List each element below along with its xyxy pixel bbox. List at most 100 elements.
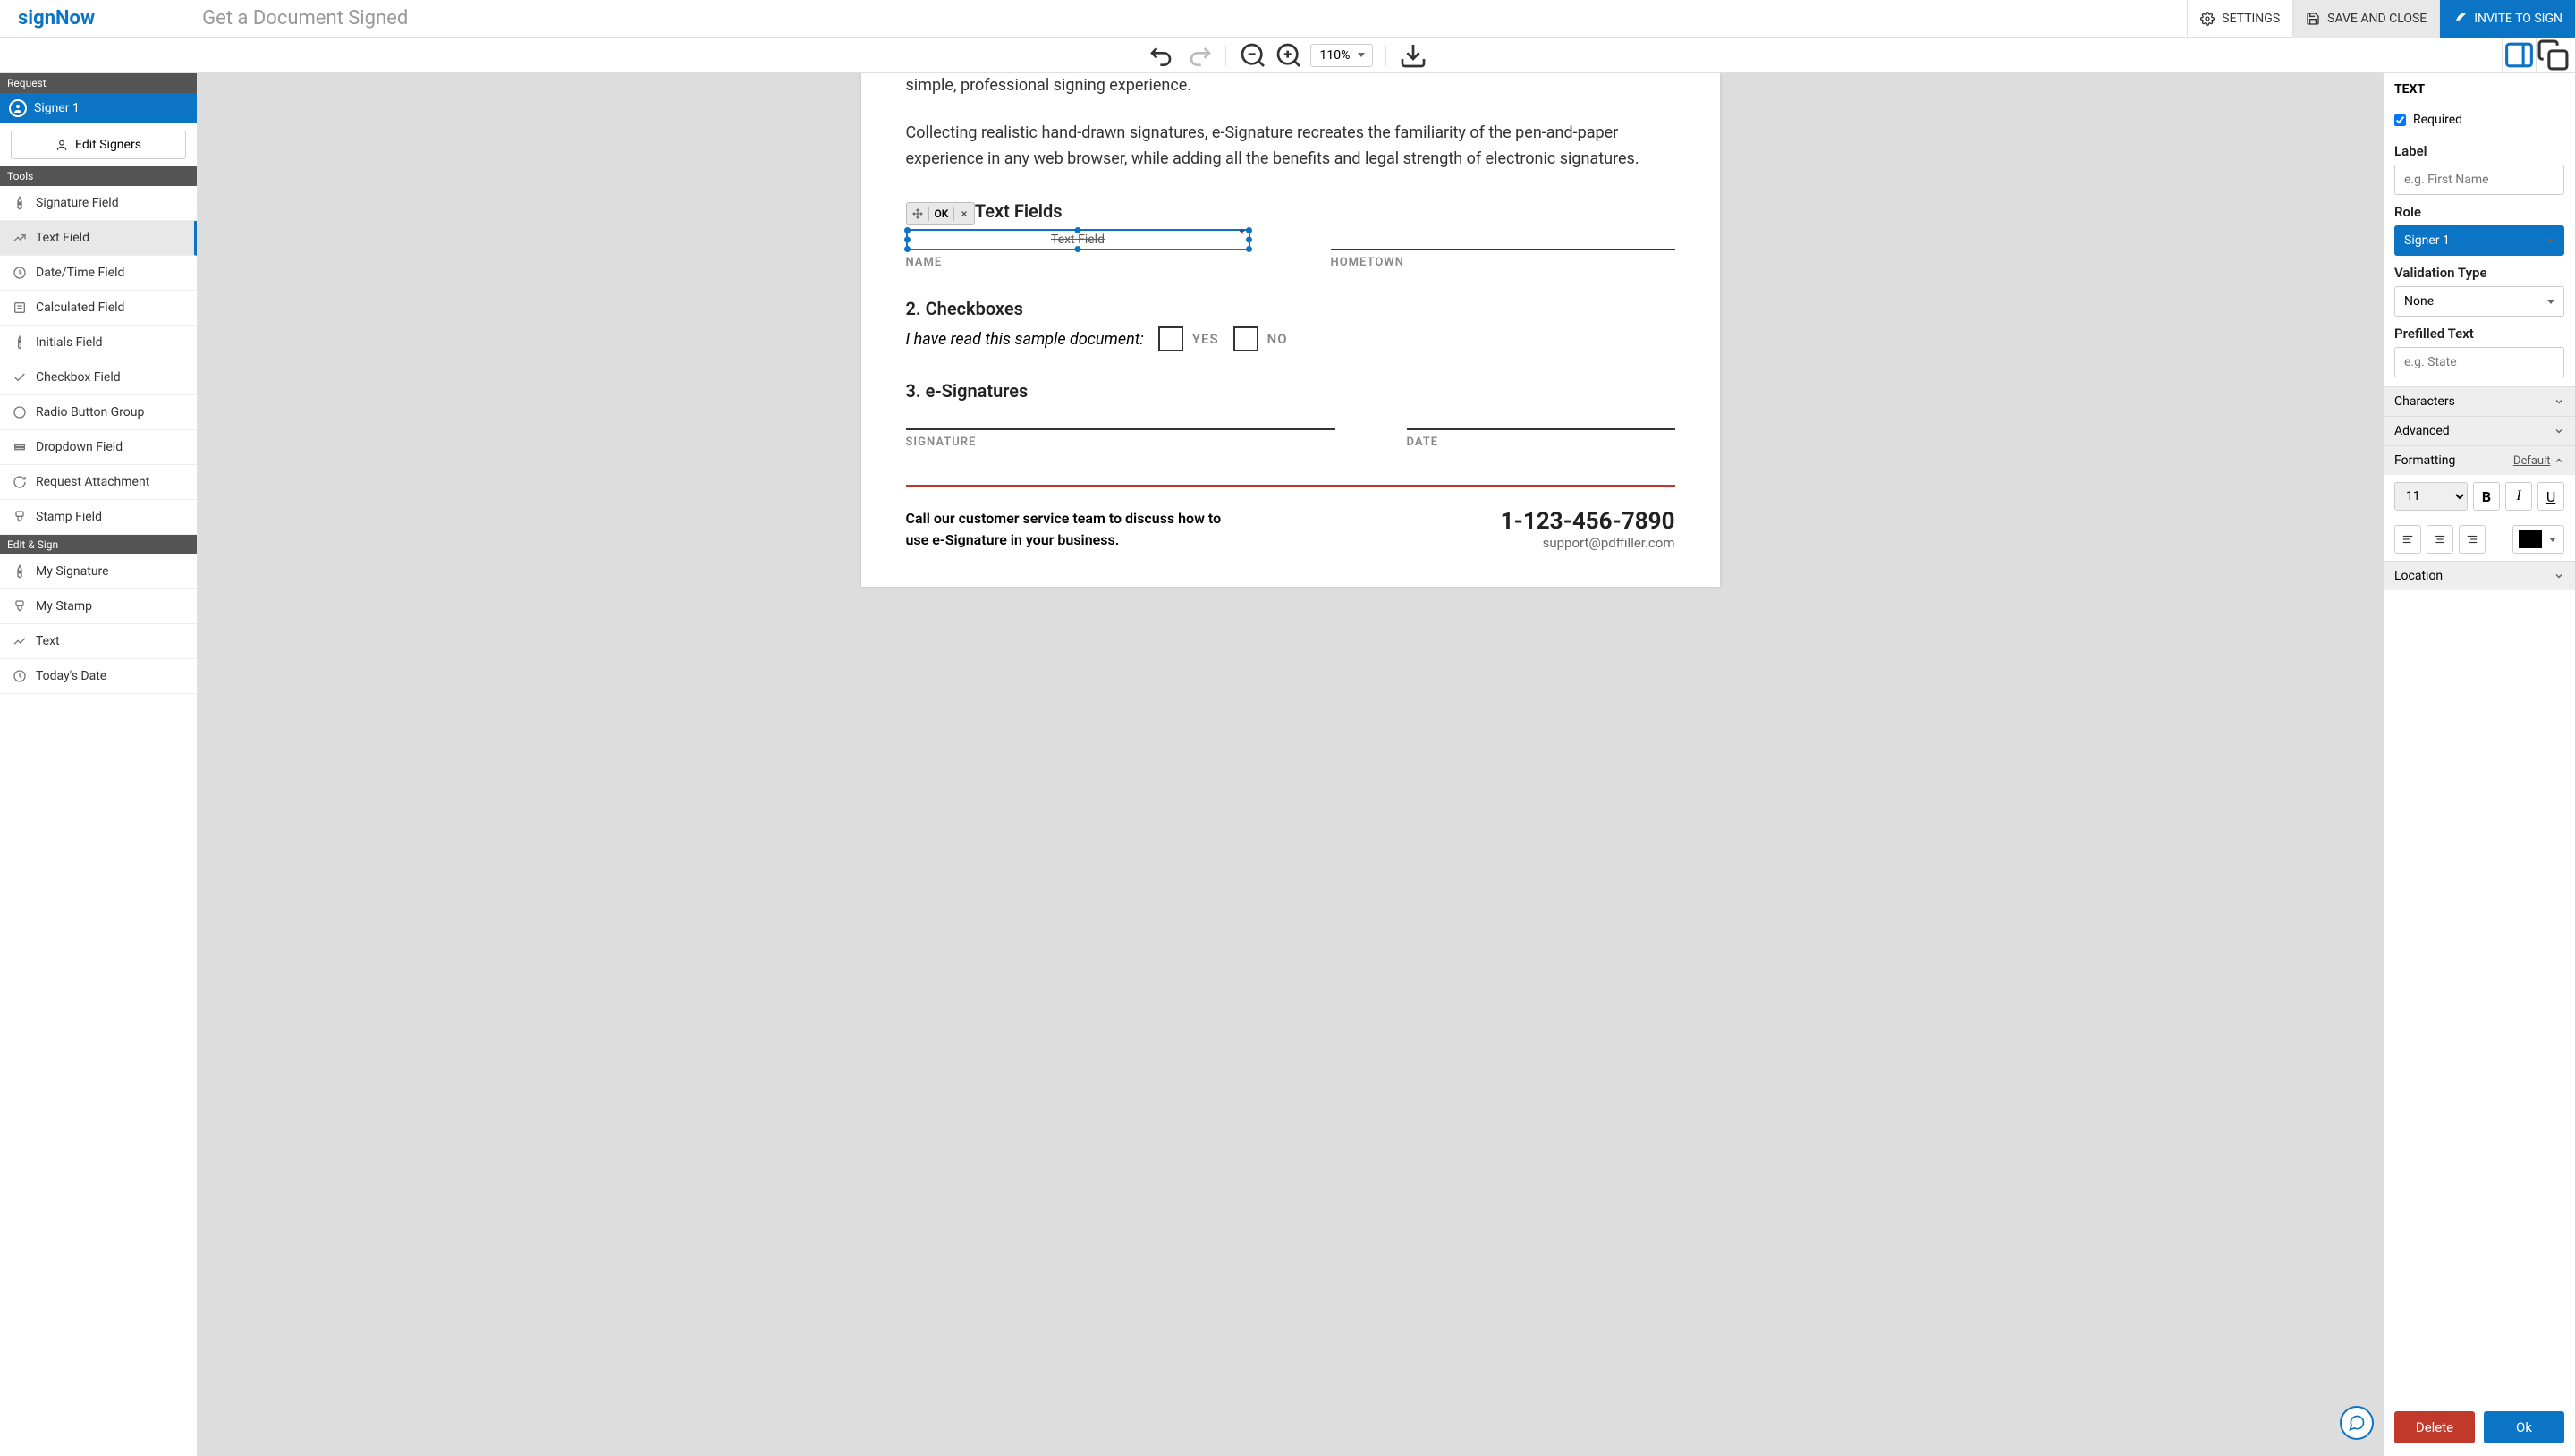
formatting-default-link[interactable]: Default xyxy=(2513,454,2551,468)
doc-paragraph: Collecting realistic hand-drawn signatur… xyxy=(906,121,1675,173)
gear-icon xyxy=(2200,12,2215,26)
zoom-in-button[interactable] xyxy=(1275,41,1303,70)
tool-icon xyxy=(13,231,27,245)
required-checkbox-row[interactable]: Required xyxy=(2394,113,2564,127)
checkbox-label: YES xyxy=(1192,331,1219,347)
tool-request-attachment[interactable]: Request Attachment xyxy=(0,465,197,500)
required-checkbox[interactable] xyxy=(2394,114,2406,126)
zoom-select[interactable]: 110% xyxy=(1310,44,1373,67)
label-input[interactable] xyxy=(2394,165,2564,195)
chevron-down-icon xyxy=(2549,538,2556,542)
document-title[interactable]: Get a Document Signed xyxy=(202,7,569,30)
request-header: Request xyxy=(0,73,197,93)
pages-side-button[interactable] xyxy=(2536,38,2570,73)
tool-calculated-field[interactable]: Calculated Field xyxy=(0,291,197,326)
italic-button[interactable]: I xyxy=(2505,482,2532,511)
tool-icon xyxy=(13,634,27,648)
checkbox-yes[interactable] xyxy=(1158,326,1183,351)
tool-icon xyxy=(13,669,27,683)
tool-icon xyxy=(13,440,27,454)
prop-label: Role xyxy=(2394,204,2564,220)
tool-checkbox-field[interactable]: Checkbox Field xyxy=(0,360,197,395)
edit-signers-button[interactable]: Edit Signers xyxy=(11,131,186,159)
tool-initials-field[interactable]: Initials Field xyxy=(0,326,197,360)
tool-text-field[interactable]: Text Field xyxy=(0,221,197,256)
tool-icon xyxy=(13,370,27,385)
tool-icon xyxy=(13,335,27,350)
align-right-button[interactable] xyxy=(2459,525,2486,554)
support-email: support@pdffiller.com xyxy=(1501,535,1675,551)
settings-button[interactable]: SETTINGS xyxy=(2187,0,2292,38)
redo-button[interactable] xyxy=(1184,41,1213,70)
checkbox-no[interactable] xyxy=(1233,326,1258,351)
invite-sign-button[interactable]: INVITE TO SIGN xyxy=(2439,0,2575,38)
ok-button[interactable]: Ok xyxy=(2484,1411,2564,1443)
location-accordion[interactable]: Location xyxy=(2384,561,2575,590)
editsign-text[interactable]: Text xyxy=(0,624,197,659)
delete-button[interactable]: Delete xyxy=(2394,1411,2475,1443)
prop-label: Prefilled Text xyxy=(2394,326,2564,342)
color-swatch xyxy=(2519,530,2542,548)
field-mini-toolbar: OK xyxy=(906,202,976,225)
bold-button[interactable]: B xyxy=(2473,482,2500,511)
download-button[interactable] xyxy=(1399,41,1427,70)
save-label: SAVE AND CLOSE xyxy=(2327,12,2427,26)
zoom-out-button[interactable] xyxy=(1239,41,1267,70)
prefill-input[interactable] xyxy=(2394,347,2564,377)
zoom-in-icon xyxy=(1275,41,1303,70)
editsign-my-signature[interactable]: My Signature xyxy=(0,554,197,589)
undo-button[interactable] xyxy=(1148,41,1177,70)
formatting-accordion[interactable]: Formatting Default xyxy=(2384,445,2575,475)
move-handle[interactable] xyxy=(907,203,928,224)
tool-dropdown-field[interactable]: Dropdown Field xyxy=(0,430,197,465)
advanced-accordion[interactable]: Advanced xyxy=(2384,416,2575,445)
settings-label: SETTINGS xyxy=(2222,12,2280,26)
editsign-today-s-date[interactable]: Today's Date xyxy=(0,659,197,694)
chat-button[interactable] xyxy=(2340,1406,2374,1440)
align-left-button[interactable] xyxy=(2394,525,2421,554)
characters-accordion[interactable]: Characters xyxy=(2384,386,2575,416)
font-size-select[interactable]: 11 xyxy=(2394,482,2468,511)
close-mini-button[interactable] xyxy=(954,203,974,224)
text-field-placeholder[interactable]: Text Field * xyxy=(906,229,1250,250)
save-close-button[interactable]: SAVE AND CLOSE xyxy=(2292,0,2439,38)
accordion-label: Formatting xyxy=(2394,453,2455,468)
phone-number: 1-123-456-7890 xyxy=(1501,508,1675,535)
person-icon xyxy=(9,99,27,117)
color-picker[interactable] xyxy=(2512,525,2564,554)
checkbox-prompt: I have read this sample document: xyxy=(906,330,1144,349)
doc-paragraph: simple, professional signing experience. xyxy=(906,73,1675,99)
field-label: HOMETOWN xyxy=(1331,256,1675,269)
validation-select[interactable]: None xyxy=(2394,286,2564,317)
prop-label: Validation Type xyxy=(2394,265,2564,281)
tool-date-time-field[interactable]: Date/Time Field xyxy=(0,256,197,291)
section-title: 2. Checkboxes xyxy=(906,298,1675,319)
tool-icon xyxy=(13,599,27,614)
tool-radio-button-group[interactable]: Radio Button Group xyxy=(0,395,197,430)
section-title: 3. e-Signatures xyxy=(906,380,1675,402)
checkbox-label: NO xyxy=(1267,331,1288,347)
align-right-icon xyxy=(2466,533,2478,546)
divider xyxy=(906,485,1675,487)
tool-signature-field[interactable]: Signature Field xyxy=(0,186,197,221)
ok-mini-label: OK xyxy=(935,207,949,220)
field-placeholder-label: Text Field xyxy=(1051,233,1105,247)
logo: signNow xyxy=(18,7,95,30)
slider-icon xyxy=(2503,38,2536,72)
tool-icon xyxy=(13,564,27,579)
role-select[interactable]: Signer 1 xyxy=(2394,225,2564,256)
tool-stamp-field[interactable]: Stamp Field xyxy=(0,500,197,535)
chat-icon xyxy=(2348,1414,2366,1432)
ok-mini-button[interactable]: OK xyxy=(929,203,954,224)
person-outline-icon xyxy=(55,139,68,151)
invite-label: INVITE TO SIGN xyxy=(2474,12,2562,26)
editsign-my-stamp[interactable]: My Stamp xyxy=(0,589,197,624)
chevron-down-icon xyxy=(2554,571,2564,581)
footer-text: Call our customer service team to discus… xyxy=(906,508,1246,551)
signer-row[interactable]: Signer 1 xyxy=(0,93,197,123)
settings-side-button[interactable] xyxy=(2502,38,2536,73)
underline-button[interactable]: U xyxy=(2537,482,2564,511)
accordion-label: Advanced xyxy=(2394,424,2450,438)
align-center-button[interactable] xyxy=(2427,525,2453,554)
properties-header: TEXT xyxy=(2384,73,2575,106)
